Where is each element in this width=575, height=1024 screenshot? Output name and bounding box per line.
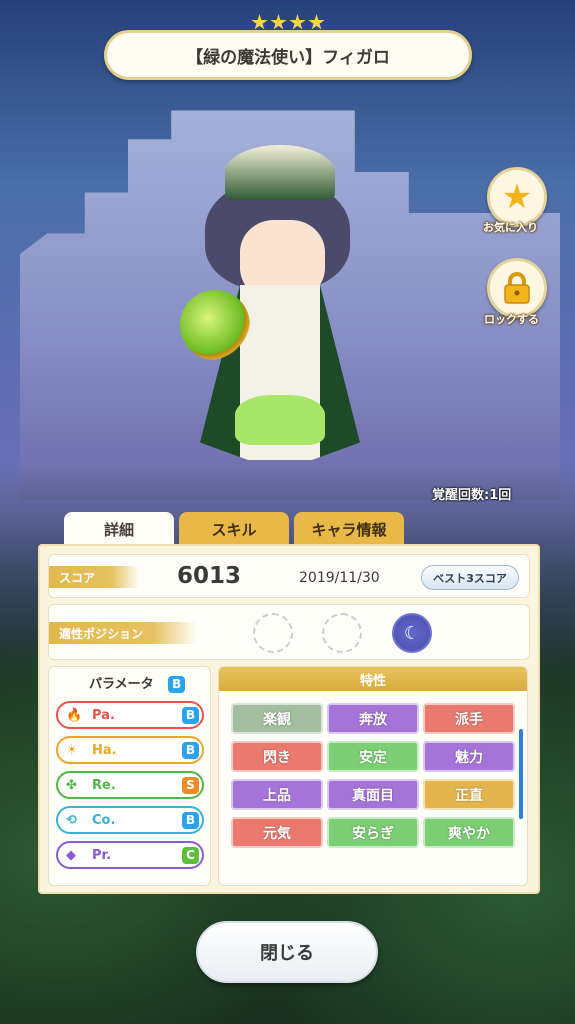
tab-character-info[interactable]: キャラ情報 bbox=[294, 512, 404, 546]
traits-title: 特性 bbox=[219, 667, 527, 691]
param-co-grade: B bbox=[182, 811, 199, 829]
tab-skill[interactable]: スキル bbox=[179, 512, 289, 546]
position-row: 適性ポジション ☾ bbox=[48, 604, 530, 660]
star-icon bbox=[289, 14, 306, 30]
traits-scrollbar[interactable] bbox=[519, 729, 523, 819]
score-date: 2019/11/30 bbox=[299, 570, 380, 586]
parameter-box: パラメータ B 🔥 Pa. B ☀ Ha. B ✤ Re. S ⟲ Co. B … bbox=[48, 666, 211, 886]
diamond-icon: ◆ bbox=[66, 847, 76, 863]
lock-label: ロックする bbox=[484, 313, 539, 326]
parameter-title: パラメータ B bbox=[89, 673, 186, 693]
trait-item: 真面目 bbox=[327, 779, 419, 810]
trait-item: 奔放 bbox=[327, 703, 419, 734]
parameter-overall-grade: B bbox=[168, 675, 186, 693]
param-ha-label: Ha. bbox=[92, 742, 117, 758]
score-value: 6013 bbox=[177, 563, 242, 589]
best-score-button[interactable]: ベスト3スコア bbox=[421, 565, 519, 590]
favorite-button[interactable]: ★ bbox=[487, 167, 547, 227]
trait-item: 派手 bbox=[423, 703, 515, 734]
magic-orb bbox=[180, 290, 250, 360]
param-ha-grade: B bbox=[182, 741, 199, 759]
moon-star-icon: ☾ bbox=[403, 622, 421, 644]
swirl-icon: ⟲ bbox=[66, 812, 77, 828]
lock-icon bbox=[504, 272, 530, 304]
param-ha: ☀ Ha. B bbox=[56, 736, 204, 764]
param-pa-label: Pa. bbox=[92, 707, 115, 723]
param-re-label: Re. bbox=[92, 777, 116, 793]
clover-icon: ✤ bbox=[66, 777, 77, 793]
trait-item: 正直 bbox=[423, 779, 515, 810]
trait-item: 楽観 bbox=[231, 703, 323, 734]
tab-details[interactable]: 詳細 bbox=[64, 512, 174, 546]
favorite-label: お気に入り bbox=[483, 221, 538, 234]
param-pr-grade: C bbox=[182, 846, 199, 864]
trait-item: 安定 bbox=[327, 741, 419, 772]
detail-tabs: 詳細 スキル キャラ情報 bbox=[64, 512, 404, 546]
param-re-grade: S bbox=[182, 776, 199, 794]
param-co-label: Co. bbox=[92, 812, 116, 828]
trait-item: 元気 bbox=[231, 817, 323, 848]
details-panel: スコア 6013 2019/11/30 ベスト3スコア 適性ポジション ☾ パラ… bbox=[38, 544, 540, 894]
flame-icon: 🔥 bbox=[66, 707, 83, 723]
traits-box: 特性 楽観 奔放 派手 閃き 安定 魅力 上品 真面目 正直 元気 安らぎ 爽や… bbox=[218, 666, 528, 886]
character-hat bbox=[225, 145, 335, 200]
position-label: 適性ポジション bbox=[49, 622, 197, 644]
param-re: ✤ Re. S bbox=[56, 771, 204, 799]
trait-item: 上品 bbox=[231, 779, 323, 810]
score-row: スコア 6013 2019/11/30 ベスト3スコア bbox=[48, 554, 530, 598]
character-robe-hem bbox=[235, 395, 325, 445]
trait-item: 閃き bbox=[231, 741, 323, 772]
traits-grid: 楽観 奔放 派手 閃き 安定 魅力 上品 真面目 正直 元気 安らぎ 爽やか bbox=[231, 703, 516, 848]
param-pa-grade: B bbox=[182, 706, 199, 724]
parameter-title-text: パラメータ bbox=[89, 677, 154, 692]
awakening-count: 覚醒回数:1回 bbox=[432, 488, 512, 503]
param-pr: ◆ Pr. C bbox=[56, 841, 204, 869]
star-icon: ★ bbox=[501, 177, 533, 217]
trait-item: 安らぎ bbox=[327, 817, 419, 848]
param-pa: 🔥 Pa. B bbox=[56, 701, 204, 729]
sun-icon: ☀ bbox=[66, 742, 78, 758]
trait-item: 爽やか bbox=[423, 817, 515, 848]
star-icon bbox=[251, 14, 268, 30]
param-pr-label: Pr. bbox=[92, 847, 112, 863]
close-button[interactable]: 閉じる bbox=[196, 921, 378, 983]
star-icon bbox=[308, 14, 325, 30]
trait-item: 魅力 bbox=[423, 741, 515, 772]
position-slot-empty bbox=[322, 613, 362, 653]
lock-button[interactable] bbox=[487, 258, 547, 318]
param-co: ⟲ Co. B bbox=[56, 806, 204, 834]
star-icon bbox=[270, 14, 287, 30]
character-name: 【緑の魔法使い】フィガロ bbox=[104, 30, 472, 80]
position-slot-empty bbox=[253, 613, 293, 653]
character-portrait bbox=[180, 145, 380, 470]
position-slot-active: ☾ bbox=[392, 613, 432, 653]
score-label: スコア bbox=[49, 566, 139, 588]
